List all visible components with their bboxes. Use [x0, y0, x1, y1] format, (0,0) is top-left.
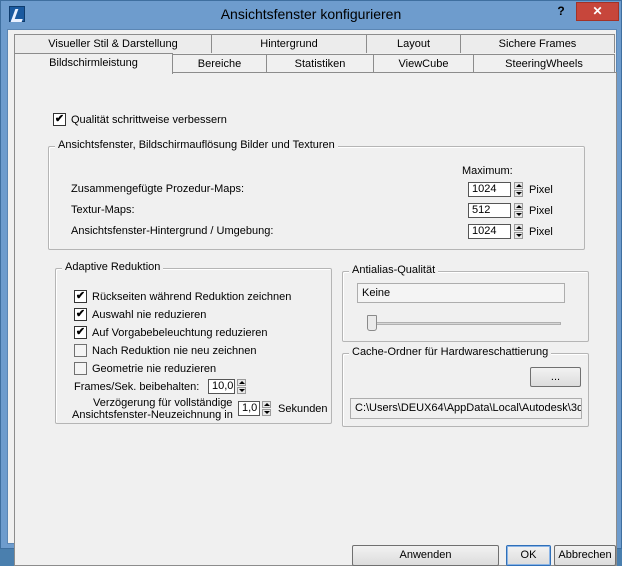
procedural-maps-label: Zusammengefügte Prozedur-Maps: — [71, 183, 245, 195]
antialias-group: Antialias-Qualität Keine — [342, 264, 589, 342]
tab-layout[interactable]: Layout — [366, 34, 461, 53]
fps-label: Frames/Sek. beibehalten: — [74, 381, 200, 393]
adaptive-group-title: Adaptive Reduktion — [62, 261, 164, 273]
never-reduce-selection-label: Auswahl nie reduzieren — [92, 309, 207, 321]
delay-label-line1: Verzögerung für vollständige — [93, 397, 233, 409]
procedural-maps-input[interactable]: 1024 — [468, 182, 511, 197]
apply-button[interactable]: Anwenden — [352, 545, 499, 566]
antialias-slider-thumb[interactable] — [367, 315, 377, 331]
tab-statistics[interactable]: Statistiken — [266, 54, 374, 73]
backfaces-checkbox[interactable]: ✔ — [74, 290, 87, 303]
never-reduce-geometry-label: Geometrie nie reduzieren — [92, 363, 217, 375]
ok-button[interactable]: OK — [506, 545, 551, 566]
default-lighting-label: Auf Vorgabebeleuchtung reduzieren — [92, 327, 268, 339]
never-reduce-selection-checkbox[interactable]: ✔ — [74, 308, 87, 321]
delay-spinner[interactable] — [262, 401, 271, 416]
tab-background[interactable]: Hintergrund — [211, 34, 367, 53]
dialog-client: Visueller Stil & Darstellung Hintergrund… — [7, 29, 617, 566]
never-redraw-checkbox[interactable] — [74, 344, 87, 357]
adaptive-group: Adaptive Reduktion ✔ Rückseiten während … — [55, 261, 332, 424]
help-button[interactable]: ? — [554, 4, 568, 20]
never-redraw-label: Nach Reduktion nie neu zeichnen — [92, 345, 257, 357]
texture-maps-unit: Pixel — [529, 205, 553, 217]
tab-panel: ✔ Qualität schrittweise verbessern Ansic… — [14, 72, 617, 566]
backfaces-label: Rückseiten während Reduktion zeichnen — [92, 291, 292, 303]
tab-visual-style[interactable]: Visueller Stil & Darstellung — [14, 34, 212, 53]
procedural-maps-unit: Pixel — [529, 184, 553, 196]
resolution-group-title: Ansichtsfenster, Bildschirmauflösung Bil… — [55, 139, 338, 151]
close-button[interactable]: ✕ — [576, 2, 619, 21]
cache-folder-path[interactable]: C:\Users\DEUX64\AppData\Local\Autodesk\3… — [350, 398, 582, 419]
viewport-background-unit: Pixel — [529, 226, 553, 238]
tab-safe-frames[interactable]: Sichere Frames — [460, 34, 615, 53]
antialias-quality-field[interactable]: Keine — [357, 283, 565, 303]
tab-viewcube[interactable]: ViewCube — [373, 54, 474, 73]
maximum-label: Maximum: — [462, 165, 513, 177]
resolution-group: Ansichtsfenster, Bildschirmauflösung Bil… — [48, 139, 585, 250]
cache-group: Cache-Ordner für Hardwareschattierung ..… — [342, 346, 589, 427]
antialias-slider-track[interactable] — [369, 322, 561, 325]
delay-label-line2: Ansichtsfenster-Neuzeichnung in — [72, 409, 233, 421]
procedural-maps-spinner[interactable] — [514, 182, 523, 197]
default-lighting-checkbox[interactable]: ✔ — [74, 326, 87, 339]
dialog-window: Ansichtsfenster konfigurieren ? ✕ Visuel… — [0, 0, 622, 566]
texture-maps-spinner[interactable] — [514, 203, 523, 218]
window-title: Ansichtsfenster konfigurieren — [220, 6, 402, 22]
browse-cache-folder-button[interactable]: ... — [530, 367, 581, 387]
cache-group-title: Cache-Ordner für Hardwareschattierung — [349, 346, 552, 358]
fps-input[interactable]: 10,0 — [208, 379, 235, 394]
fps-spinner[interactable] — [237, 379, 246, 394]
tab-display-performance[interactable]: Bildschirmleistung — [14, 53, 173, 74]
viewport-background-spinner[interactable] — [514, 224, 523, 239]
progressive-checkbox[interactable]: ✔ — [53, 113, 66, 126]
viewport-background-label: Ansichtsfenster-Hintergrund / Umgebung: — [71, 225, 274, 237]
title-bar[interactable]: Ansichtsfenster konfigurieren ? ✕ — [1, 1, 621, 27]
cancel-button[interactable]: Abbrechen — [554, 545, 616, 566]
delay-input[interactable]: 1,0 — [238, 401, 260, 416]
never-reduce-geometry-checkbox[interactable] — [74, 362, 87, 375]
tab-steeringwheels[interactable]: SteeringWheels — [473, 54, 615, 73]
delay-unit: Sekunden — [278, 403, 328, 415]
tab-regions[interactable]: Bereiche — [172, 54, 267, 73]
texture-maps-input[interactable]: 512 — [468, 203, 511, 218]
antialias-group-title: Antialias-Qualität — [349, 264, 439, 276]
viewport-background-input[interactable]: 1024 — [468, 224, 511, 239]
progressive-label: Qualität schrittweise verbessern — [71, 114, 227, 126]
texture-maps-label: Textur-Maps: — [71, 204, 135, 216]
